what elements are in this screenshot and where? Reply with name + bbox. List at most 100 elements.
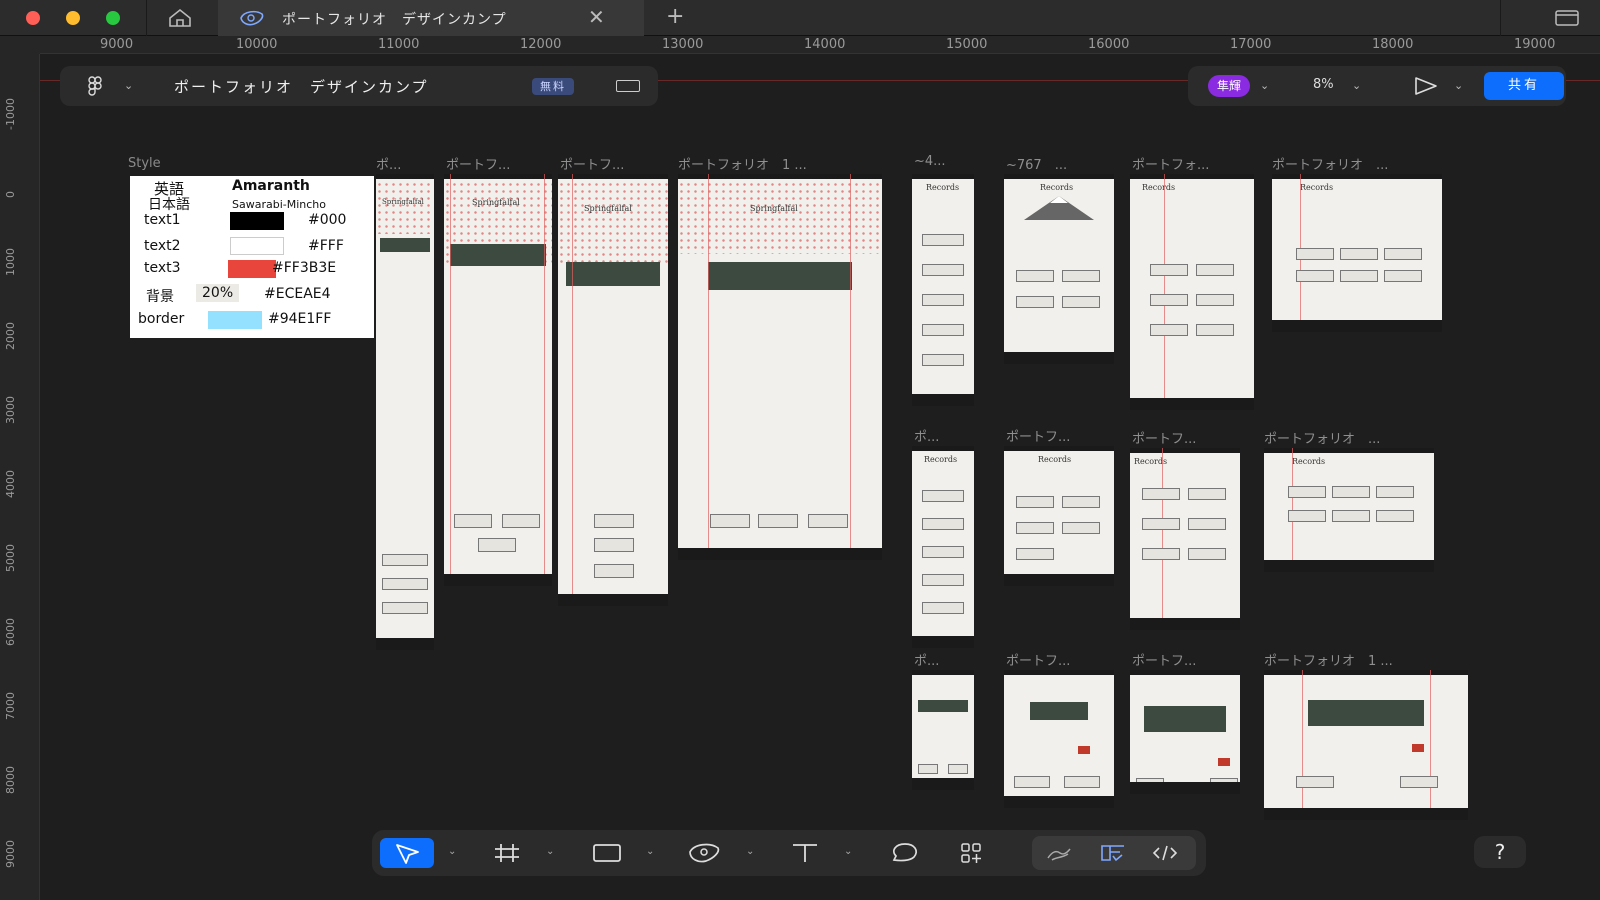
chevron-down-icon[interactable]: ⌄ [1352,79,1361,92]
frame-tool-icon [495,844,519,862]
ruler-label: 3000 [4,396,17,424]
divider [146,0,147,36]
ruler-top: 9000 10000 11000 12000 13000 14000 15000… [40,36,1600,54]
home-icon [169,8,191,27]
frame-records-title: Records [1038,455,1072,464]
file-icon [240,10,264,26]
color-swatch [230,212,284,230]
style-row-name: 背景 [146,289,174,305]
move-tool-icon [396,844,419,864]
actions-icon [961,843,981,863]
ruler-label: 10000 [236,37,278,52]
document-tab[interactable]: ポートフォリオ デザインカンプ ✕ [218,0,644,36]
move-tool-button[interactable] [380,838,434,868]
dev-mode-icon[interactable] [1150,842,1180,864]
frame-label[interactable]: ポートフォリオ 1 ... [1264,650,1393,669]
frame-label[interactable]: ポ... [914,426,939,445]
chevron-down-icon[interactable]: ⌄ [844,846,852,857]
new-tab-button[interactable]: + [666,5,684,29]
frame-label-style[interactable]: Style [128,156,161,171]
chevron-down-icon[interactable]: ⌄ [646,846,654,857]
file-name[interactable]: ポートフォリオ デザインカンプ [174,76,429,97]
chevron-down-icon[interactable]: ⌄ [546,846,554,857]
comment-tool-button[interactable] [878,838,932,868]
ruler-label: 13000 [662,37,704,52]
frame-label[interactable]: ポートフォリオ ... [1272,154,1388,173]
design-frame-tablet[interactable]: Springfalfal [444,174,552,586]
frame-label[interactable]: ポートフ... [1132,428,1196,447]
frame-records-title: Records [1292,457,1326,466]
frame-label[interactable]: ポートフ... [1006,426,1070,445]
design-frame-detail-desktop[interactable] [1264,670,1468,820]
close-tab-icon[interactable]: ✕ [588,7,605,27]
frame-label[interactable]: ~4... [914,154,946,169]
style-row-value: #FF3B3E [272,260,337,276]
share-button[interactable]: 共有 [1484,72,1564,100]
design-frame-desktop[interactable]: Springfalfal [678,174,882,560]
frame-label[interactable]: ポートフォリオ 1 ... [678,154,807,173]
style-row-value: Amaranth [232,178,310,194]
frame-label[interactable]: ポートフォリオ ... [1264,428,1380,447]
frame-label[interactable]: ポートフ... [560,154,624,173]
design-frame-records-tablet[interactable]: Records [1004,174,1114,364]
frame-logo-text: Springfalfal [382,198,424,206]
design-frame-records-tablet[interactable]: Records [1130,448,1240,630]
style-row-name: text1 [144,212,181,228]
ruler-label: 12000 [520,37,562,52]
frame-label[interactable]: ~767 ... [1006,154,1067,173]
design-frame-records-tablet[interactable]: Records [1130,174,1254,410]
design-mode-icon[interactable] [1098,842,1128,864]
close-window-button[interactable] [26,11,40,25]
pen-tool-button[interactable] [678,838,732,868]
avatar[interactable]: 隼輝 [1208,75,1250,97]
style-row-name: 日本語 [148,197,190,213]
design-frame-records-mobile[interactable]: Records [912,446,974,648]
play-icon[interactable] [1410,75,1440,97]
chevron-down-icon[interactable]: ⌄ [1260,79,1269,92]
color-swatch [230,237,284,255]
chevron-down-icon[interactable]: ⌄ [1454,79,1463,92]
design-frame-detail-mobile[interactable] [912,670,974,790]
maximize-window-button[interactable] [106,11,120,25]
design-frame-records-desktop[interactable]: Records [1264,448,1434,572]
title-bar: ポートフォリオ デザインカンプ ✕ + [0,0,1600,36]
style-guide-frame[interactable]: 英語 Amaranth 日本語 Sawarabi-Mincho text1 #0… [130,176,374,338]
help-button[interactable]: ? [1474,836,1526,868]
ruler-label: 9000 [100,37,134,52]
style-row-name: border [138,311,185,327]
zoom-level[interactable]: 8% [1313,77,1334,92]
text-tool-button[interactable] [778,838,832,868]
minimize-window-button[interactable] [66,11,80,25]
design-frame-records-desktop[interactable]: Records [1272,174,1442,332]
frame-label[interactable]: ポートフ... [1006,650,1070,669]
ruler-label: 6000 [4,618,17,646]
frame-logo-text: Springfalfal [472,198,520,207]
frame-label[interactable]: ポートフ... [446,154,510,173]
rectangle-tool-button[interactable] [580,838,634,868]
ruler-label: 14000 [804,37,846,52]
canvas[interactable]: Style 英語 Amaranth 日本語 Sawarabi-Mincho te… [40,110,1600,900]
frame-label[interactable]: ポートフォ... [1132,154,1209,173]
design-frame-detail-tablet[interactable] [1130,670,1240,794]
frame-tool-button[interactable] [480,838,534,868]
design-frame-detail-tablet[interactable] [1004,670,1114,808]
draw-mode-icon[interactable] [1044,842,1074,864]
chevron-down-icon[interactable]: ⌄ [124,79,133,92]
panel-button[interactable] [1554,9,1580,27]
frame-label[interactable]: ポ... [376,154,401,173]
style-row-name: text2 [144,238,181,254]
actions-button[interactable] [948,838,1002,868]
design-frame-records-tablet[interactable]: Records [1004,446,1114,586]
chevron-down-icon[interactable]: ⌄ [746,846,754,857]
frame-label[interactable]: ポートフ... [1132,650,1196,669]
comment-tool-icon [892,843,917,862]
home-button[interactable] [160,6,200,30]
sidebar-toggle-icon[interactable] [616,80,640,92]
style-row-name: text3 [144,260,181,276]
design-frame-tablet[interactable]: Springfalfal [558,174,668,606]
figma-menu-icon[interactable] [84,75,106,97]
design-frame-mobile[interactable]: Springfalfal [376,174,434,650]
frame-label[interactable]: ポ... [914,650,939,669]
design-frame-records-mobile[interactable]: Records [912,174,974,406]
chevron-down-icon[interactable]: ⌄ [448,846,456,857]
